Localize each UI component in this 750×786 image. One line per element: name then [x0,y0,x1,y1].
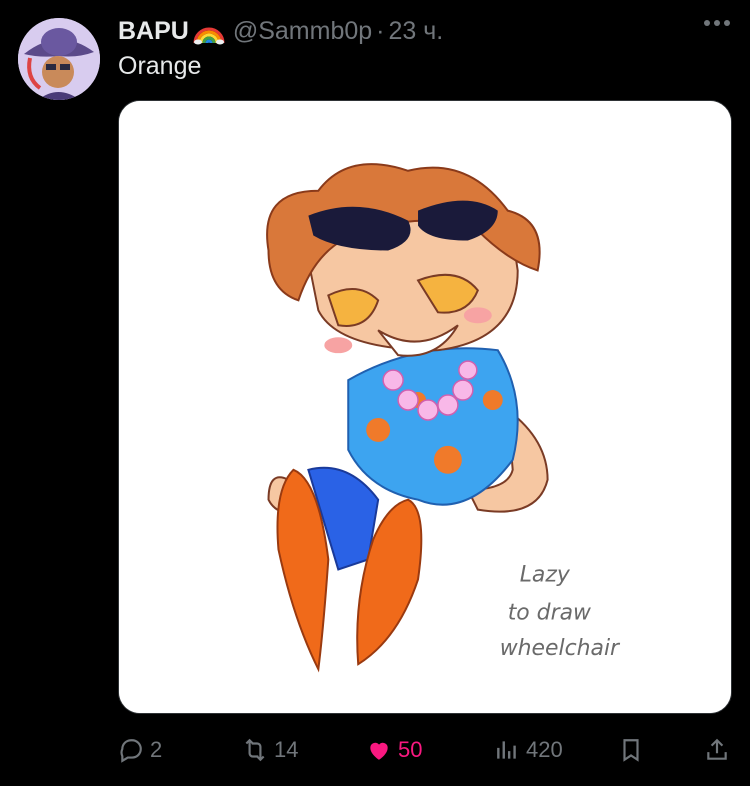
bookmark-icon [623,739,639,762]
views-chart-icon [497,741,516,759]
note-line-3: wheelchair [500,636,621,661]
tweet-actions: 2 14 50 420 [118,730,732,770]
tweet-header: BAPU @Sammb0p · 23 ч. [118,16,730,46]
character-illustration: Lazy to draw wheelchair [119,101,731,713]
reply-icon [120,739,142,763]
tweet-image[interactable]: Lazy to draw wheelchair [118,100,732,714]
tweet-text: Orange [118,52,202,80]
reply-count: 2 [150,737,163,762]
like-button[interactable]: 50 [366,730,422,770]
repost-count: 14 [274,737,299,762]
share-icon [707,738,727,760]
heart-icon [370,742,388,760]
display-name[interactable]: BAPU [118,17,189,46]
share-button[interactable] [704,730,730,770]
reply-button[interactable]: 2 [118,730,162,770]
like-count: 50 [398,737,423,762]
view-count: 420 [526,737,563,762]
separator-dot: · [376,16,385,45]
note-line-2: to draw [508,600,591,625]
timestamp[interactable]: 23 ч. [389,17,444,46]
repost-button[interactable]: 14 [242,730,298,770]
bookmark-button[interactable] [618,730,644,770]
user-handle[interactable]: @Sammb0p [233,17,372,46]
avatar-illustration [18,18,100,100]
avatar[interactable] [18,18,100,100]
more-options-icon[interactable] [704,20,730,26]
repost-icon [245,738,265,762]
views-button[interactable]: 420 [494,730,563,770]
note-line-1: Lazy [520,562,571,587]
rainbow-icon [193,17,225,45]
